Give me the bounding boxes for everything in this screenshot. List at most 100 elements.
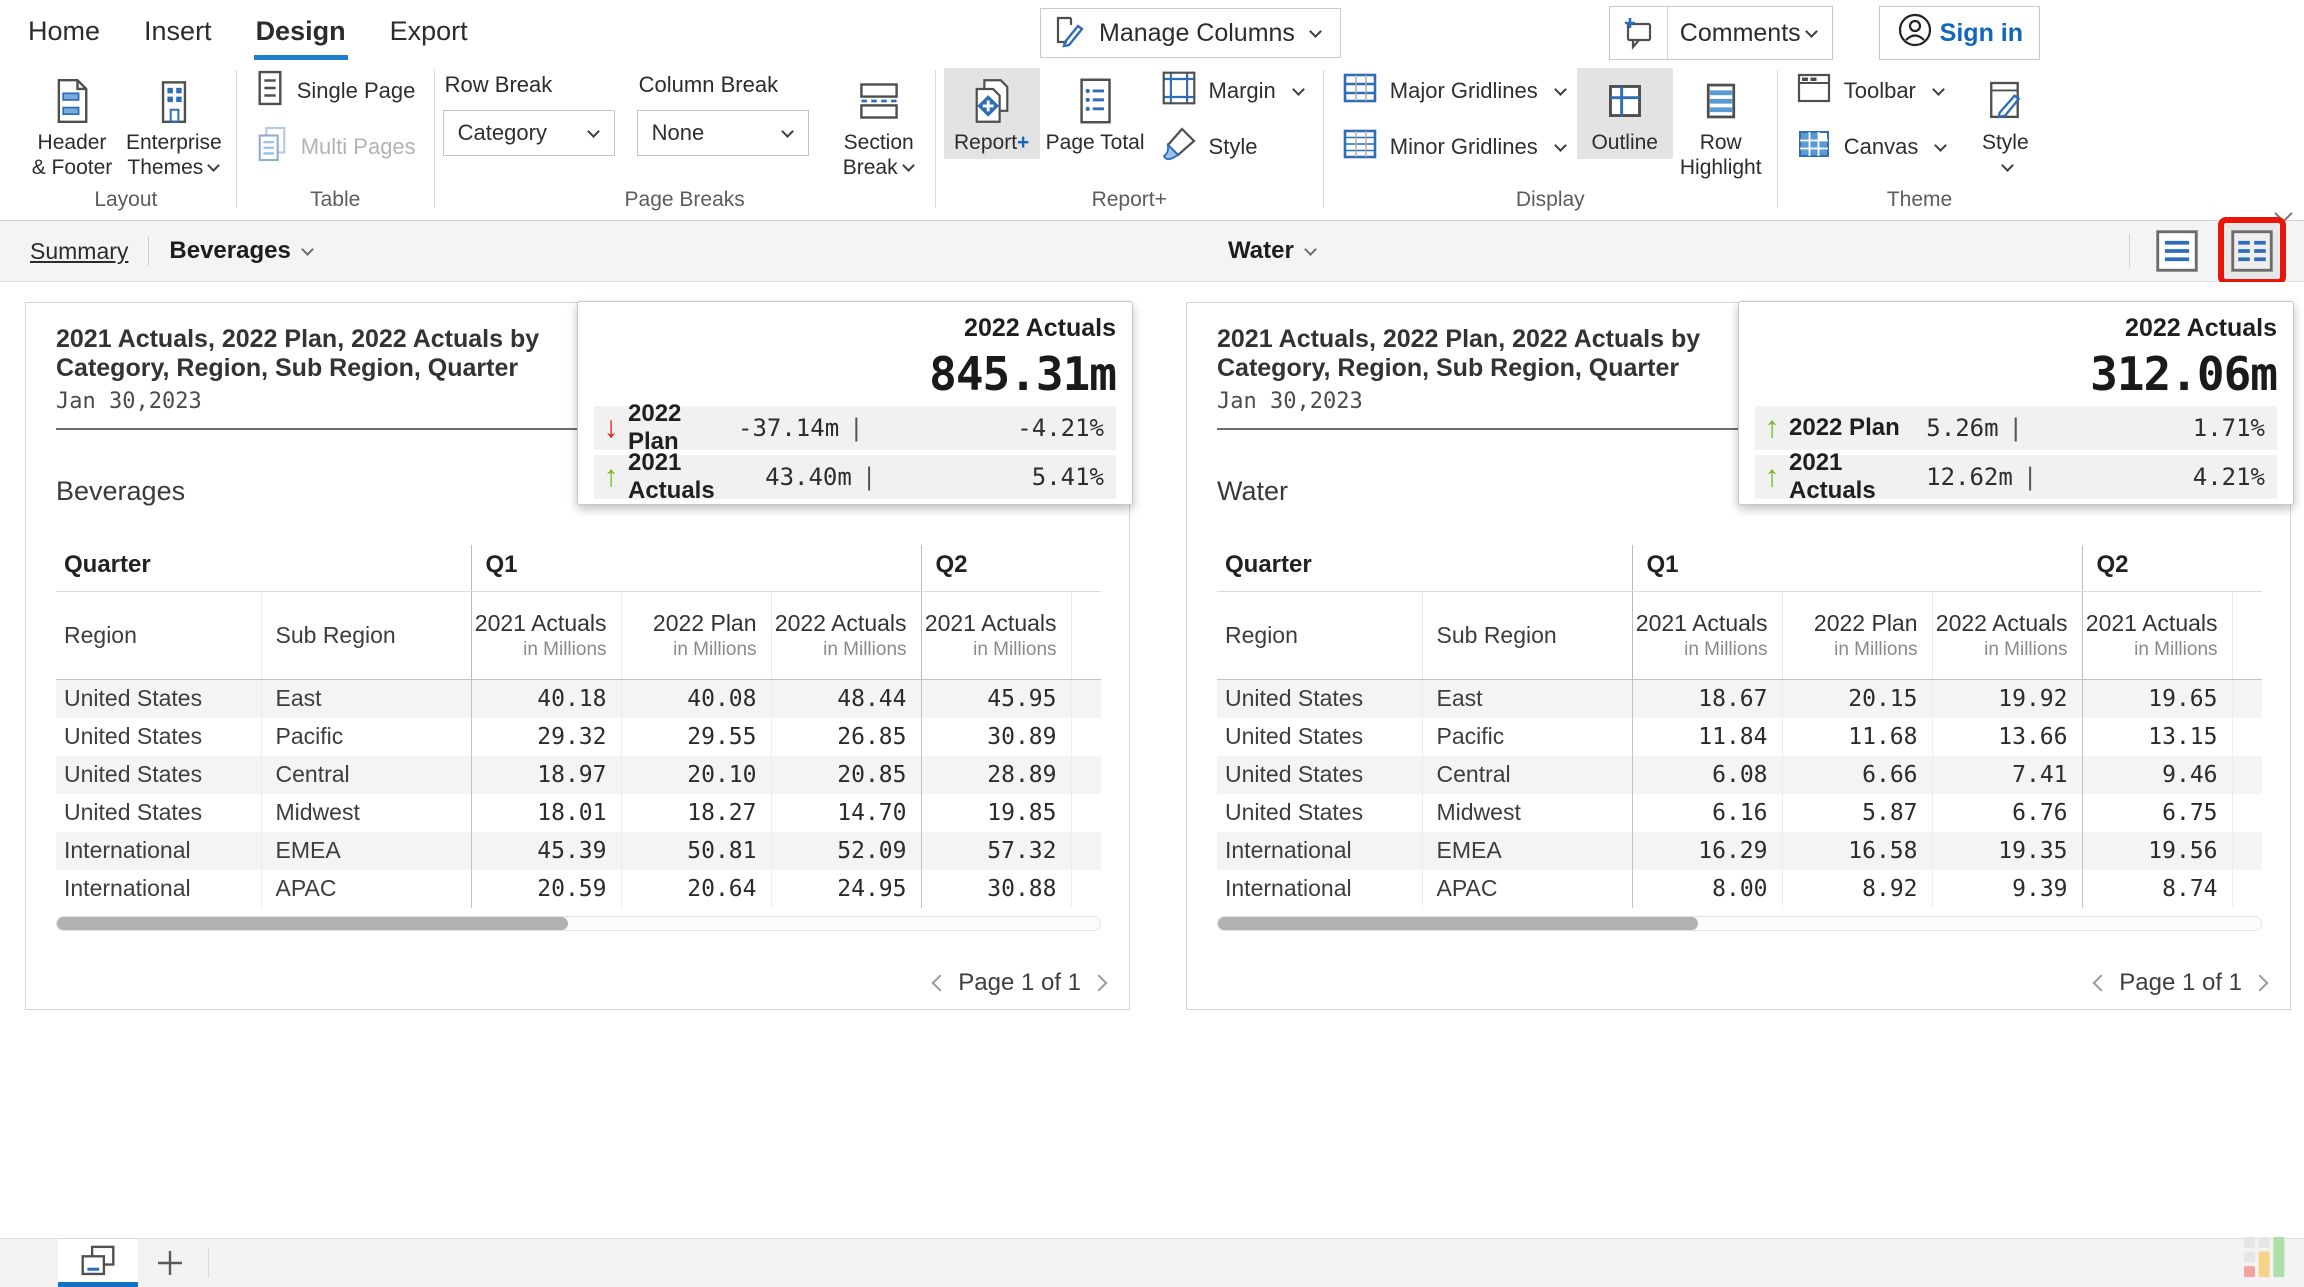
chevron-down-icon xyxy=(587,125,600,138)
row-label-cell: United States xyxy=(1217,718,1422,756)
margin-button[interactable]: Margin xyxy=(1151,68,1315,114)
canvas-label: Canvas xyxy=(1844,134,1919,160)
variance-up-icon: ↑ xyxy=(1755,460,1789,494)
q1-header[interactable]: Q1 xyxy=(471,545,921,592)
column-header-2021-actuals[interactable]: 2021 Actualsin Millions xyxy=(471,592,621,680)
row-highlight-button[interactable]: Row Highlight xyxy=(1673,68,1769,184)
column-header-2022-plan[interactable]: 2022 Planin Millions xyxy=(1782,592,1932,680)
multi-pages-icon xyxy=(255,125,289,169)
single-column-view-button[interactable] xyxy=(2152,226,2202,276)
sub-region-column-header[interactable]: Sub Region xyxy=(1422,592,1632,680)
q1-header[interactable]: Q1 xyxy=(1632,545,2082,592)
value-cell: 52.09 xyxy=(771,832,921,870)
quarter-header[interactable]: Quarter xyxy=(1217,545,1632,592)
toolbar-button[interactable]: Toolbar xyxy=(1786,68,1958,114)
column-header-2022-actuals[interactable]: 2022 Actualsin Millions xyxy=(771,592,921,680)
chevron-down-icon xyxy=(1805,25,1818,38)
group-label-report-plus: Report+ xyxy=(944,186,1315,220)
value-cell: 7.41 xyxy=(1932,756,2082,794)
q2-header[interactable]: Q2 xyxy=(921,545,1101,592)
report-style-button[interactable]: Style xyxy=(1151,124,1315,170)
variance-up-icon: ↑ xyxy=(1755,411,1789,445)
enterprise-themes-label: Enterprise xyxy=(126,130,222,155)
single-page-button[interactable]: Single Page xyxy=(245,68,426,114)
group-layout: Header & Footer Enterprise Themes Layout xyxy=(16,62,236,220)
row-break-select[interactable]: Category xyxy=(443,110,615,156)
previous-page-icon[interactable] xyxy=(2093,975,2110,992)
column-header-q2-2021-actuals[interactable]: 2021 Actualsin Millions xyxy=(2082,592,2232,680)
multi-pages-button[interactable]: Multi Pages xyxy=(245,124,426,170)
horizontal-scrollbar[interactable] xyxy=(1217,916,2262,931)
variance-name: 2022 Plan xyxy=(1789,414,1900,442)
tab-home[interactable]: Home xyxy=(28,0,100,62)
clipped-cell xyxy=(1071,718,1101,756)
chevron-down-icon xyxy=(2001,159,2014,172)
region-column-header[interactable]: Region xyxy=(1217,592,1422,680)
theme-style-button[interactable]: Style xyxy=(1957,68,2053,178)
region-column-header[interactable]: Region xyxy=(56,592,261,680)
outline-button[interactable]: Outline xyxy=(1577,68,1673,159)
previous-page-icon[interactable] xyxy=(932,975,949,992)
two-column-view-button[interactable] xyxy=(2227,226,2277,276)
manage-columns-button[interactable]: Manage Columns xyxy=(1040,8,1341,58)
major-gridlines-button[interactable]: Major Gridlines xyxy=(1332,68,1577,114)
sub-region-column-header[interactable]: Sub Region xyxy=(261,592,471,680)
next-page-icon[interactable] xyxy=(1091,975,1108,992)
annotation-highlight-box xyxy=(2218,217,2286,285)
column-header-2022-plan[interactable]: 2022 Planin Millions xyxy=(621,592,771,680)
scrollbar-thumb[interactable] xyxy=(57,917,568,930)
column-header-q2-2021-actuals[interactable]: 2021 Actualsin Millions xyxy=(921,592,1071,680)
section-water-dropdown[interactable]: Water xyxy=(1228,237,1317,265)
value-cell: 6.76 xyxy=(1932,794,2082,832)
section-beverages-dropdown[interactable]: Beverages xyxy=(169,237,313,265)
clipped-cell xyxy=(2232,756,2262,794)
row-label-cell: United States xyxy=(56,756,261,794)
row-break-value: Category xyxy=(458,120,547,146)
column-header-2021-actuals[interactable]: 2021 Actualsin Millions xyxy=(1632,592,1782,680)
tab-export[interactable]: Export xyxy=(390,0,468,62)
next-page-icon[interactable] xyxy=(2252,975,2269,992)
row-label-cell: United States xyxy=(56,794,261,832)
brand-logo xyxy=(2240,1235,2292,1284)
column-header-2022-actuals[interactable]: 2022 Actualsin Millions xyxy=(1932,592,2082,680)
clipped-cell xyxy=(2232,870,2262,908)
minor-gridlines-button[interactable]: Minor Gridlines xyxy=(1332,124,1577,170)
summary-link[interactable]: Summary xyxy=(30,238,128,265)
comments-button[interactable]: Comments xyxy=(1609,6,1833,60)
page-total-button[interactable]: Page Total xyxy=(1040,68,1151,159)
report-table: Quarter Q1 Q2 Region Sub Region 2021 Act… xyxy=(1217,545,2262,908)
value-cell: 9.46 xyxy=(2082,756,2232,794)
section-break-button[interactable]: Section Break xyxy=(831,68,927,184)
report-plus-label: Report xyxy=(954,131,1017,154)
add-page-button[interactable] xyxy=(138,1239,202,1287)
value-cell: 29.32 xyxy=(471,718,621,756)
row-label-cell: Midwest xyxy=(1422,794,1632,832)
row-break-label: Row Break xyxy=(445,72,615,98)
header-footer-button[interactable]: Header & Footer xyxy=(24,68,120,184)
value-cell: 20.10 xyxy=(621,756,771,794)
horizontal-scrollbar[interactable] xyxy=(56,916,1101,931)
page-tab-active[interactable] xyxy=(58,1239,138,1287)
row-label-cell: United States xyxy=(56,718,261,756)
kpi-card[interactable]: 2022 Actuals 845.31m ↓ 2022 Plan -37.14m… xyxy=(577,301,1133,505)
sign-in-button[interactable]: Sign in xyxy=(1879,6,2040,60)
manage-columns-icon xyxy=(1051,12,1089,55)
tab-insert[interactable]: Insert xyxy=(144,0,212,62)
report-plus-button[interactable]: Report+ xyxy=(944,68,1040,159)
report-title: 2021 Actuals, 2022 Plan, 2022 Actuals by… xyxy=(56,303,601,383)
value-cell: 6.75 xyxy=(2082,794,2232,832)
column-break-select[interactable]: None xyxy=(637,110,809,156)
scrollbar-thumb[interactable] xyxy=(1218,917,1698,930)
value-cell: 30.88 xyxy=(921,870,1071,908)
group-page-breaks: Row Break Category Column Break None xyxy=(435,62,935,220)
quarter-header[interactable]: Quarter xyxy=(56,545,471,592)
canvas-button[interactable]: Canvas xyxy=(1786,124,1958,170)
enterprise-themes-button[interactable]: Enterprise Themes xyxy=(120,68,228,184)
value-cell: 6.08 xyxy=(1632,756,1782,794)
variance-amount: 12.62m xyxy=(1926,463,2013,491)
tab-design[interactable]: Design xyxy=(256,0,346,62)
value-cell: 20.15 xyxy=(1782,680,1932,718)
row-highlight-icon xyxy=(1704,76,1738,126)
q2-header[interactable]: Q2 xyxy=(2082,545,2262,592)
kpi-card[interactable]: 2022 Actuals 312.06m ↑ 2022 Plan 5.26m |… xyxy=(1738,301,2294,505)
